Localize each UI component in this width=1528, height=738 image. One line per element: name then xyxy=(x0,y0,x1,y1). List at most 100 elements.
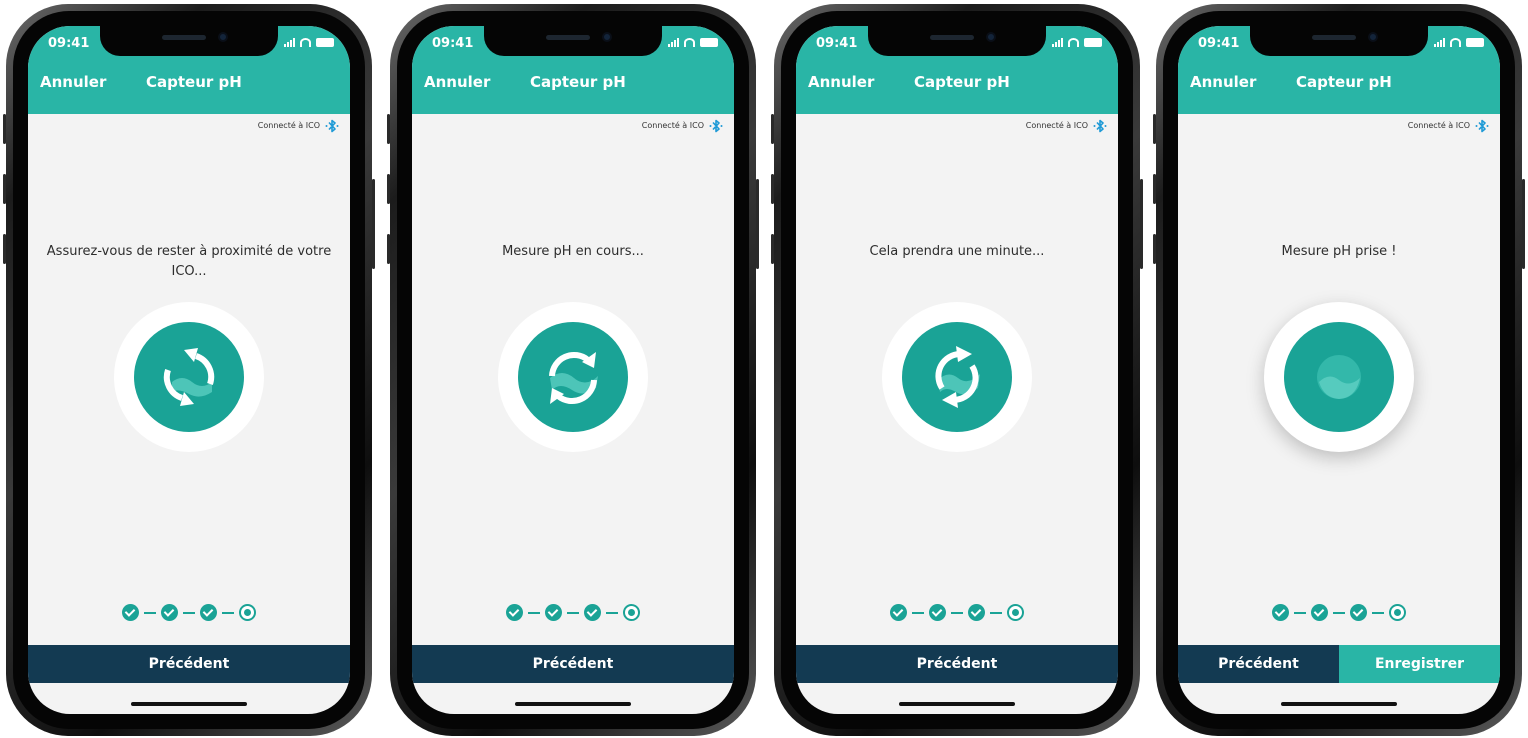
battery-icon xyxy=(1466,38,1484,47)
phone-bezel: 09:41 Annuler Capteur pH Connecté à ICO … xyxy=(781,11,1133,729)
connection-status: Connecté à ICO xyxy=(1407,121,1470,130)
cancel-button[interactable]: Annuler xyxy=(808,73,874,91)
step-current-icon xyxy=(239,604,256,621)
cancel-button[interactable]: Annuler xyxy=(1190,73,1256,91)
sync-icon xyxy=(935,346,980,408)
home-indicator[interactable] xyxy=(131,702,247,706)
main-content: Connecté à ICO Cela prendra une minute..… xyxy=(796,114,1118,714)
page-title: Capteur pH xyxy=(530,73,626,91)
main-content: Connecté à ICO Assurez-vous de rester à … xyxy=(28,114,350,714)
cancel-button[interactable]: Annuler xyxy=(40,73,106,91)
main-content: Connecté à ICO Mesure pH en cours... Pré… xyxy=(412,114,734,714)
phone-screen: 09:41 Annuler Capteur pH Connecté à ICO … xyxy=(1178,26,1500,714)
status-message: Mesure pH en cours... xyxy=(502,244,644,259)
home-indicator[interactable] xyxy=(515,702,631,706)
previous-button[interactable]: Précédent xyxy=(28,645,350,683)
previous-button[interactable]: Précédent xyxy=(796,645,1118,683)
footer-bar: Précédent xyxy=(412,645,734,683)
step-current-icon xyxy=(1389,604,1406,621)
notch xyxy=(868,26,1046,56)
status-message: Mesure pH prise ! xyxy=(1281,244,1397,259)
step-current-icon xyxy=(623,604,640,621)
footer-bar: Précédent xyxy=(28,645,350,683)
phone-bezel: 09:41 Annuler Capteur pH Connecté à ICO … xyxy=(1163,11,1515,729)
result-disc xyxy=(1284,322,1394,432)
step-done-icon xyxy=(968,604,985,621)
battery-icon xyxy=(1084,38,1102,47)
notch xyxy=(1250,26,1428,56)
status-time: 09:41 xyxy=(432,36,474,51)
measure-indicator xyxy=(1264,302,1414,452)
step-done-icon xyxy=(890,604,907,621)
step-done-icon xyxy=(584,604,601,621)
battery-icon xyxy=(316,38,334,47)
connection-status: Connecté à ICO xyxy=(641,121,704,130)
home-indicator[interactable] xyxy=(1281,702,1397,706)
wifi-icon xyxy=(300,38,311,47)
phone-frame-2: 09:41 Annuler Capteur pH Connecté à ICO … xyxy=(387,4,759,736)
step-done-icon xyxy=(1350,604,1367,621)
phone-frame-1: 09:41 Annuler Capteur pH Connecté à ICO … xyxy=(3,4,375,736)
sync-disc xyxy=(518,322,628,432)
sync-icon xyxy=(163,348,215,406)
step-current-icon xyxy=(1007,604,1024,621)
footer-bar: Précédent xyxy=(796,645,1118,683)
notch xyxy=(484,26,662,56)
water-drop-icon xyxy=(1317,355,1361,399)
phone-bezel: 09:41 Annuler Capteur pH Connecté à ICO … xyxy=(13,11,365,729)
step-done-icon xyxy=(161,604,178,621)
step-done-icon xyxy=(200,604,217,621)
save-button[interactable]: Enregistrer xyxy=(1339,645,1500,683)
progress-steps xyxy=(1272,604,1406,621)
status-message: Assurez-vous de rester à proximité de vo… xyxy=(46,244,332,279)
connection-status: Connecté à ICO xyxy=(1025,121,1088,130)
phone-screen: 09:41 Annuler Capteur pH Connecté à ICO … xyxy=(28,26,350,714)
wifi-icon xyxy=(684,38,695,47)
status-time: 09:41 xyxy=(1198,36,1240,51)
status-time: 09:41 xyxy=(816,36,858,51)
step-done-icon xyxy=(1311,604,1328,621)
phone-screen: 09:41 Annuler Capteur pH Connecté à ICO … xyxy=(796,26,1118,714)
previous-button[interactable]: Précédent xyxy=(412,645,734,683)
wifi-icon xyxy=(1450,38,1461,47)
step-done-icon xyxy=(122,604,139,621)
bluetooth-icon xyxy=(1093,119,1107,133)
home-indicator[interactable] xyxy=(899,702,1015,706)
bluetooth-icon xyxy=(1475,119,1489,133)
step-done-icon xyxy=(1272,604,1289,621)
wifi-icon xyxy=(1068,38,1079,47)
page-title: Capteur pH xyxy=(146,73,242,91)
status-icons xyxy=(284,38,334,47)
signal-icon xyxy=(668,38,679,47)
sync-disc xyxy=(134,322,244,432)
step-done-icon xyxy=(506,604,523,621)
battery-icon xyxy=(700,38,718,47)
sync-disc xyxy=(902,322,1012,432)
status-icons xyxy=(668,38,718,47)
status-time: 09:41 xyxy=(48,36,90,51)
page-title: Capteur pH xyxy=(1296,73,1392,91)
cancel-button[interactable]: Annuler xyxy=(424,73,490,91)
signal-icon xyxy=(1052,38,1063,47)
bluetooth-icon xyxy=(709,119,723,133)
status-icons xyxy=(1052,38,1102,47)
bluetooth-icon xyxy=(325,119,339,133)
progress-steps xyxy=(890,604,1024,621)
status-icons xyxy=(1434,38,1484,47)
signal-icon xyxy=(284,38,295,47)
phone-frame-3: 09:41 Annuler Capteur pH Connecté à ICO … xyxy=(771,4,1143,736)
previous-button[interactable]: Précédent xyxy=(1178,645,1339,683)
footer-bar: Précédent Enregistrer xyxy=(1178,645,1500,683)
measure-indicator xyxy=(114,302,264,452)
phone-frame-4: 09:41 Annuler Capteur pH Connecté à ICO … xyxy=(1153,4,1525,736)
notch xyxy=(100,26,278,56)
phone-bezel: 09:41 Annuler Capteur pH Connecté à ICO … xyxy=(397,11,749,729)
main-content: Connecté à ICO Mesure pH prise ! Précéde… xyxy=(1178,114,1500,714)
phone-screen: 09:41 Annuler Capteur pH Connecté à ICO … xyxy=(412,26,734,714)
sync-icon xyxy=(549,351,598,405)
progress-steps xyxy=(506,604,640,621)
signal-icon xyxy=(1434,38,1445,47)
step-done-icon xyxy=(929,604,946,621)
status-message: Cela prendra une minute... xyxy=(869,244,1045,259)
connection-status: Connecté à ICO xyxy=(257,121,320,130)
